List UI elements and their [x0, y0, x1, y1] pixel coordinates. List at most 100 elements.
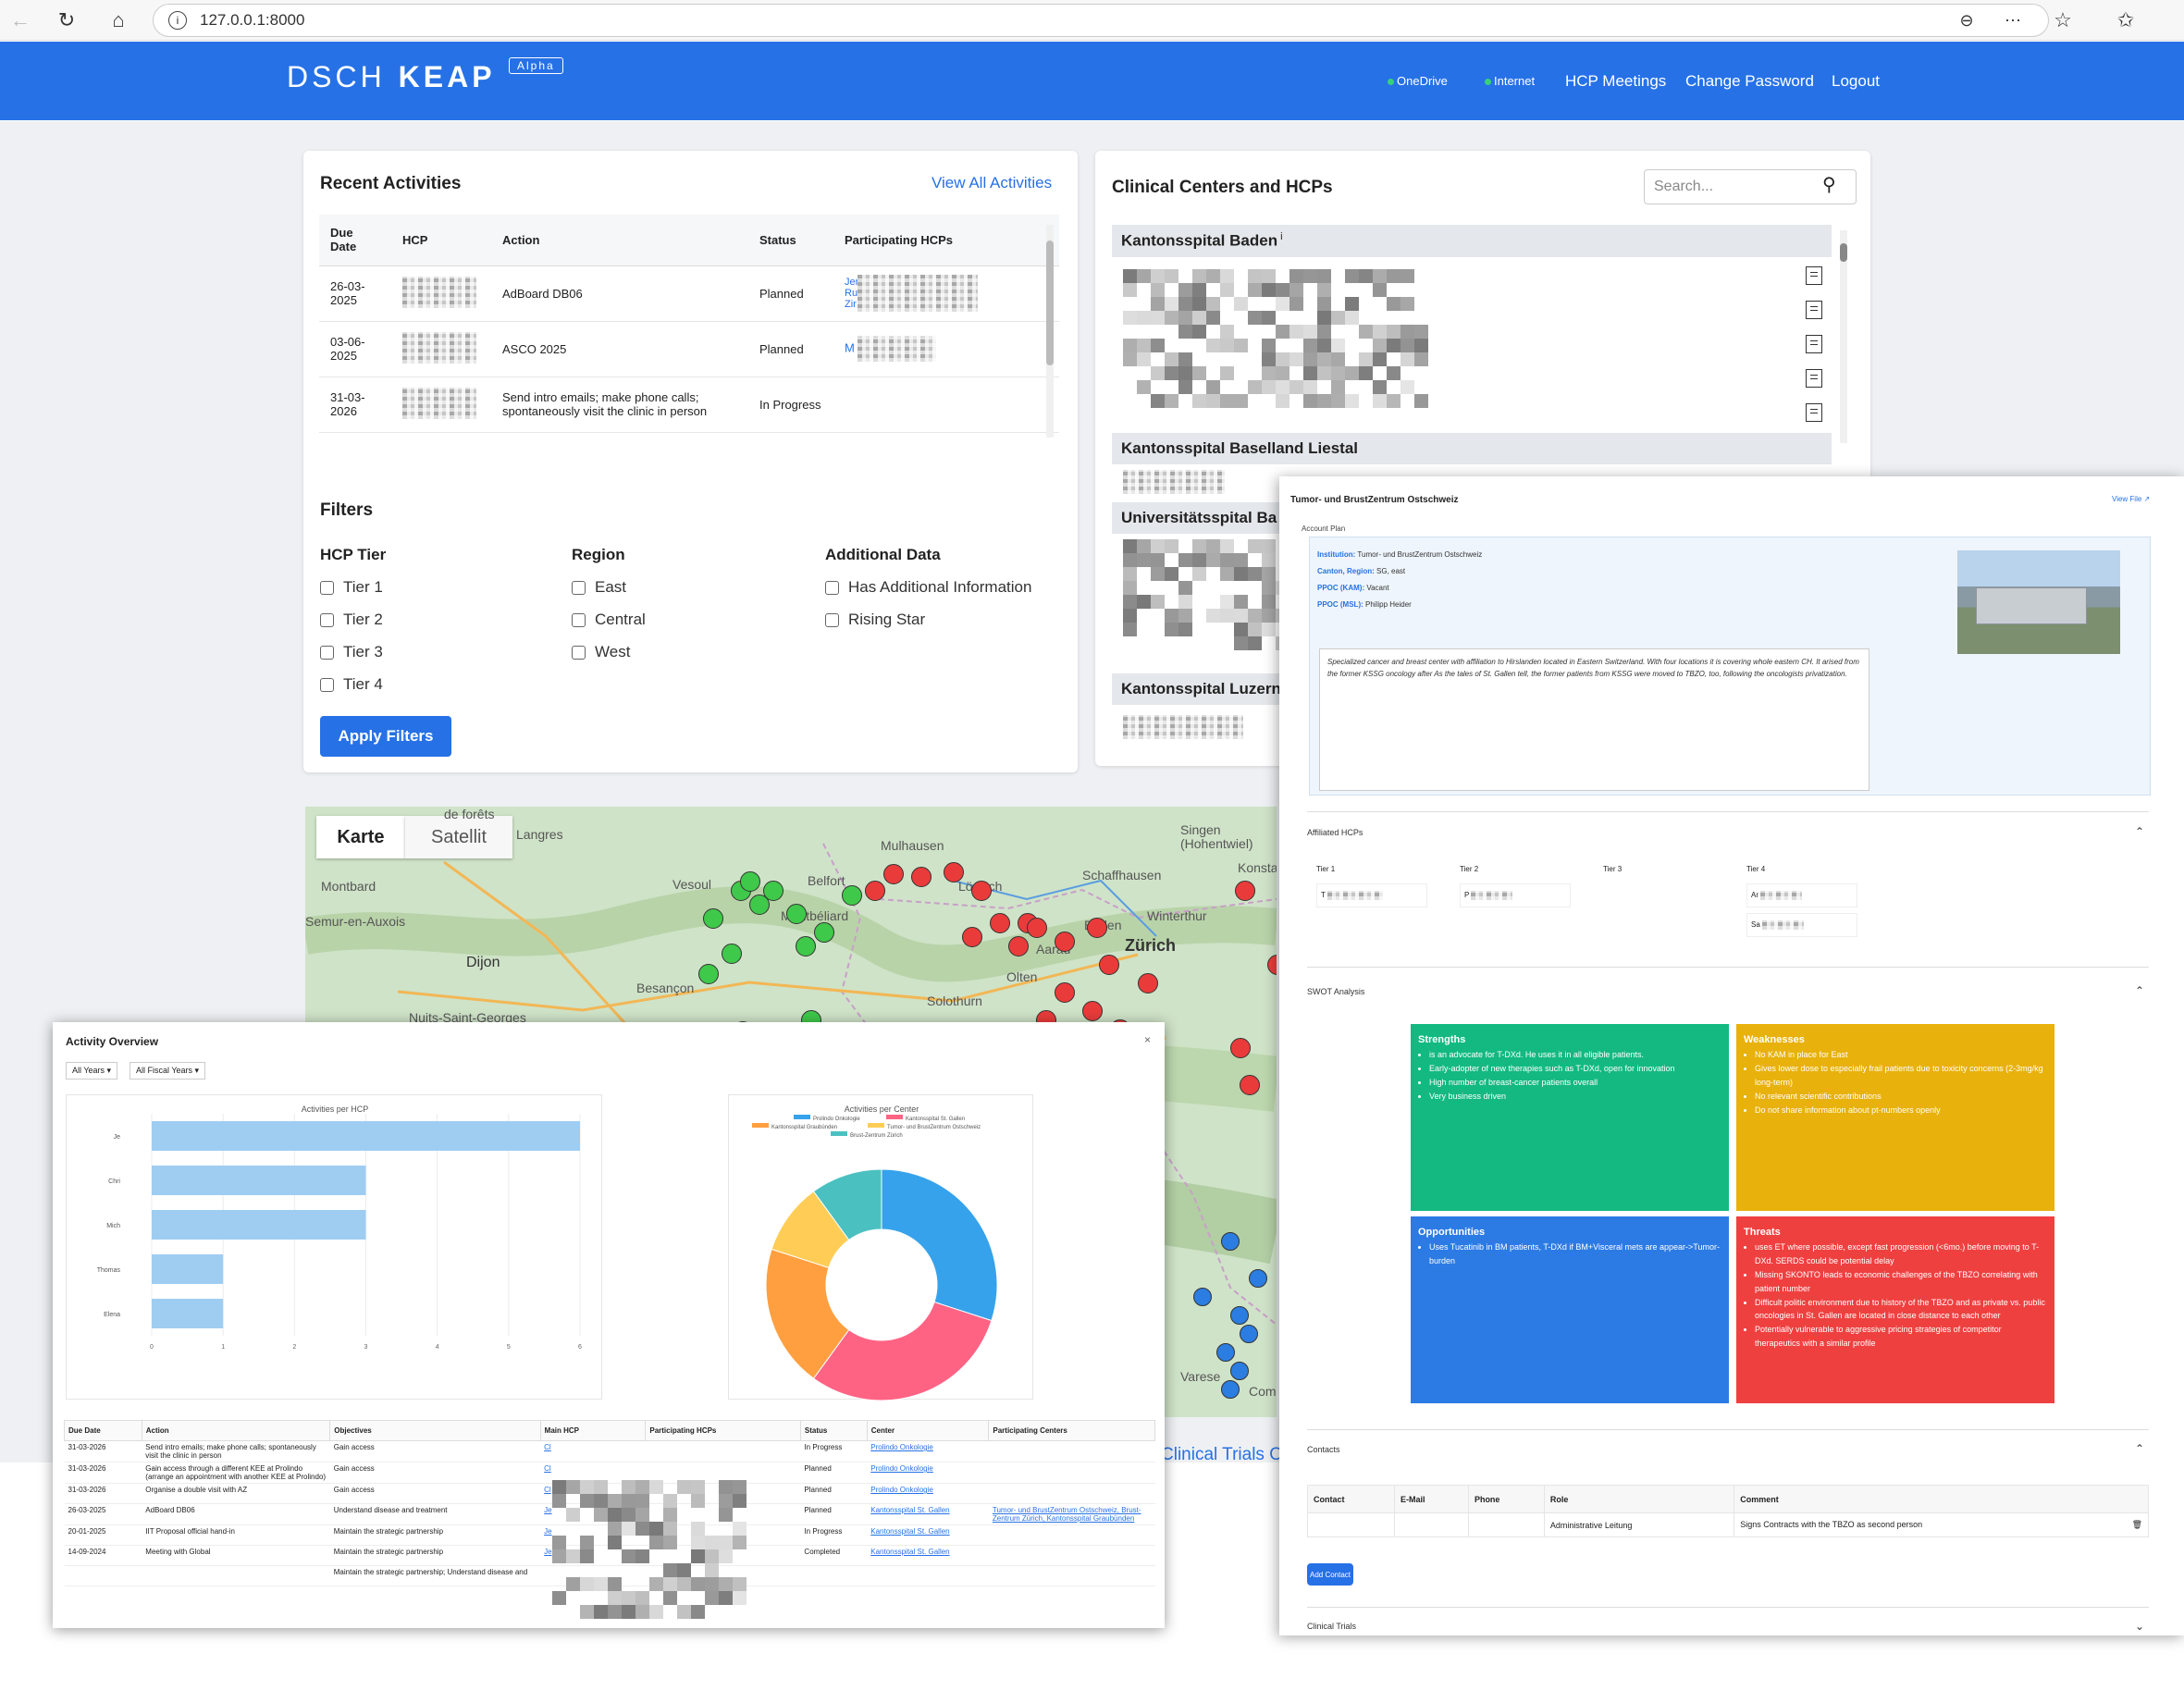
rising-star-checkbox[interactable]: Rising Star	[825, 611, 1031, 629]
url-text[interactable]: 127.0.0.1:8000	[200, 11, 304, 30]
donut-slice[interactable]	[812, 1301, 993, 1401]
address-bar[interactable]: i 127.0.0.1:8000	[153, 4, 2049, 37]
reload-icon[interactable]: ↻	[52, 6, 81, 35]
hcp-chip[interactable]: Ar	[1746, 883, 1857, 907]
overview-col-header[interactable]: Participating HCPs	[645, 1420, 801, 1441]
contacts-header[interactable]: Contacts	[1307, 1445, 1340, 1454]
legend-swatch[interactable]	[868, 1123, 884, 1128]
chevron-up-icon[interactable]: ⌃	[2135, 1442, 2144, 1455]
clinical-trials-header[interactable]: Clinical Trials	[1307, 1622, 1356, 1631]
chevron-up-icon[interactable]: ⌃	[2135, 984, 2144, 997]
app-brand[interactable]: DSCH KEAP	[287, 60, 496, 94]
bar[interactable]	[152, 1254, 224, 1284]
more-icon[interactable]: ⋯	[1998, 6, 2028, 35]
chevron-up-icon[interactable]: ⌃	[2135, 825, 2144, 838]
back-icon[interactable]: ←	[6, 6, 35, 35]
contact-cell[interactable]	[1306, 1512, 1396, 1537]
view-file-link[interactable]: View File ↗	[2112, 495, 2150, 503]
cell-center[interactable]: Prolindo Onkologie	[867, 1440, 989, 1462]
cell-hcp[interactable]: Cl	[540, 1440, 646, 1462]
map-marker-green[interactable]	[763, 881, 784, 901]
cell-pcenters[interactable]	[988, 1462, 1155, 1484]
center-header-liestal[interactable]: Kantonsspital Baselland Liestal	[1112, 433, 1832, 464]
cell-pcenters[interactable]	[988, 1545, 1155, 1566]
map-marker-blue[interactable]	[1230, 1362, 1249, 1380]
nav-logout[interactable]: Logout	[1832, 72, 1880, 91]
nav-hcp-meetings[interactable]: HCP Meetings	[1565, 72, 1666, 91]
view-all-activities-link[interactable]: View All Activities	[932, 174, 1052, 192]
cell-center[interactable]: Kantonsspital St. Gallen	[867, 1503, 989, 1525]
scrollbar-thumb[interactable]	[1840, 243, 1847, 262]
description-textarea[interactable]: Specialized cancer and breast center wit…	[1319, 648, 1869, 791]
legend-label[interactable]: Prolindo Onkologie	[813, 1117, 860, 1122]
map-marker-red[interactable]	[971, 881, 992, 901]
bar[interactable]	[152, 1299, 224, 1328]
map-marker-red[interactable]	[944, 862, 964, 882]
search-icon[interactable]: ⚲	[1822, 173, 1836, 196]
map-marker-green[interactable]	[722, 944, 742, 964]
legend-label[interactable]: Kantonsspital St. Gallen	[906, 1117, 965, 1122]
overview-col-header[interactable]: Status	[799, 1420, 868, 1441]
contacts-col-header[interactable]: Phone	[1467, 1485, 1545, 1513]
overview-col-header[interactable]: Action	[141, 1420, 331, 1441]
swot-header[interactable]: SWOT Analysis	[1307, 987, 1364, 996]
legend-label[interactable]: Kantonsspital Graubünden	[771, 1125, 837, 1130]
clinical-trials-link[interactable]: Clinical Trials Ov	[1161, 1445, 1291, 1465]
table-row[interactable]: 31-03-2026 Send intro emails; make phone …	[64, 1440, 1155, 1462]
legend-label[interactable]: Tumor- und BrustZentrum Ostschweiz	[887, 1125, 981, 1130]
map-type-satellite-tab[interactable]: Satellit	[405, 816, 512, 858]
tier-1-checkbox[interactable]: Tier 1	[320, 578, 383, 597]
contacts-col-header[interactable]: E-Mail	[1394, 1485, 1469, 1513]
overview-col-header[interactable]: Due Date	[64, 1420, 142, 1441]
has-additional-info-checkbox[interactable]: Has Additional Information	[825, 578, 1031, 597]
cell-pcenters[interactable]	[988, 1565, 1155, 1586]
map-marker-red[interactable]	[1235, 881, 1255, 901]
hcp-chip[interactable]: T	[1316, 883, 1427, 907]
map-marker-blue[interactable]	[1249, 1269, 1267, 1288]
cell-center[interactable]: Kantonsspital St. Gallen	[867, 1524, 989, 1546]
legend-label[interactable]: Brust-Zentrum Zürich	[850, 1133, 903, 1139]
contacts-col-header[interactable]: Role	[1543, 1485, 1735, 1513]
map-type-map-tab[interactable]: Karte	[316, 816, 405, 858]
role-cell[interactable]: Administrative Leitung	[1543, 1512, 1735, 1537]
map-marker-red[interactable]	[1138, 973, 1158, 993]
cell-pcenters[interactable]	[988, 1440, 1155, 1462]
cell-pcenters[interactable]	[988, 1524, 1155, 1546]
note-icon[interactable]	[1806, 301, 1822, 319]
overview-col-header[interactable]: Objectives	[329, 1420, 541, 1441]
map-marker-red[interactable]	[990, 913, 1010, 933]
col-action[interactable]: Action	[491, 215, 748, 266]
tier-2-checkbox[interactable]: Tier 2	[320, 611, 383, 629]
map-marker-blue[interactable]	[1193, 1288, 1212, 1306]
affiliated-hcps-header[interactable]: Affiliated HCPs	[1307, 828, 1363, 837]
map-marker-blue[interactable]	[1221, 1380, 1240, 1399]
hcp-chip[interactable]: P	[1460, 883, 1571, 907]
map-marker-red[interactable]	[1230, 1038, 1251, 1058]
map-marker-red[interactable]	[962, 927, 982, 947]
home-icon[interactable]: ⌂	[104, 6, 133, 35]
map-marker-red[interactable]	[1055, 932, 1075, 952]
contacts-col-header[interactable]: Contact	[1306, 1485, 1396, 1513]
map-marker-red[interactable]	[911, 867, 932, 887]
add-contact-button[interactable]: Add Contact	[1307, 1563, 1353, 1586]
note-icon[interactable]	[1806, 403, 1822, 422]
note-icon[interactable]	[1806, 335, 1822, 353]
table-row[interactable]: 31-03-2026 Send intro emails; make phone…	[319, 376, 1059, 433]
map-marker-red[interactable]	[1008, 936, 1029, 956]
map-marker-red[interactable]	[1087, 918, 1107, 938]
region-west-checkbox[interactable]: West	[572, 643, 646, 661]
map-marker-green[interactable]	[814, 922, 834, 943]
cell-center[interactable]: Kantonsspital St. Gallen	[867, 1545, 989, 1566]
participants[interactable]: M	[833, 321, 1059, 377]
region-central-checkbox[interactable]: Central	[572, 611, 646, 629]
overview-col-header[interactable]: Participating Centers	[988, 1420, 1155, 1441]
map-marker-red[interactable]	[1240, 1075, 1260, 1095]
fiscal-year-select[interactable]: All Fiscal Years ▾	[130, 1062, 206, 1080]
map-marker-green[interactable]	[786, 904, 807, 924]
legend-swatch[interactable]	[794, 1115, 810, 1119]
tier-3-checkbox[interactable]: Tier 3	[320, 643, 383, 661]
favorites-icon[interactable]: ✩	[2111, 6, 2141, 35]
centers-scrollbar[interactable]	[1840, 230, 1847, 443]
legend-swatch[interactable]	[831, 1131, 847, 1136]
email-cell[interactable]	[1394, 1512, 1469, 1537]
